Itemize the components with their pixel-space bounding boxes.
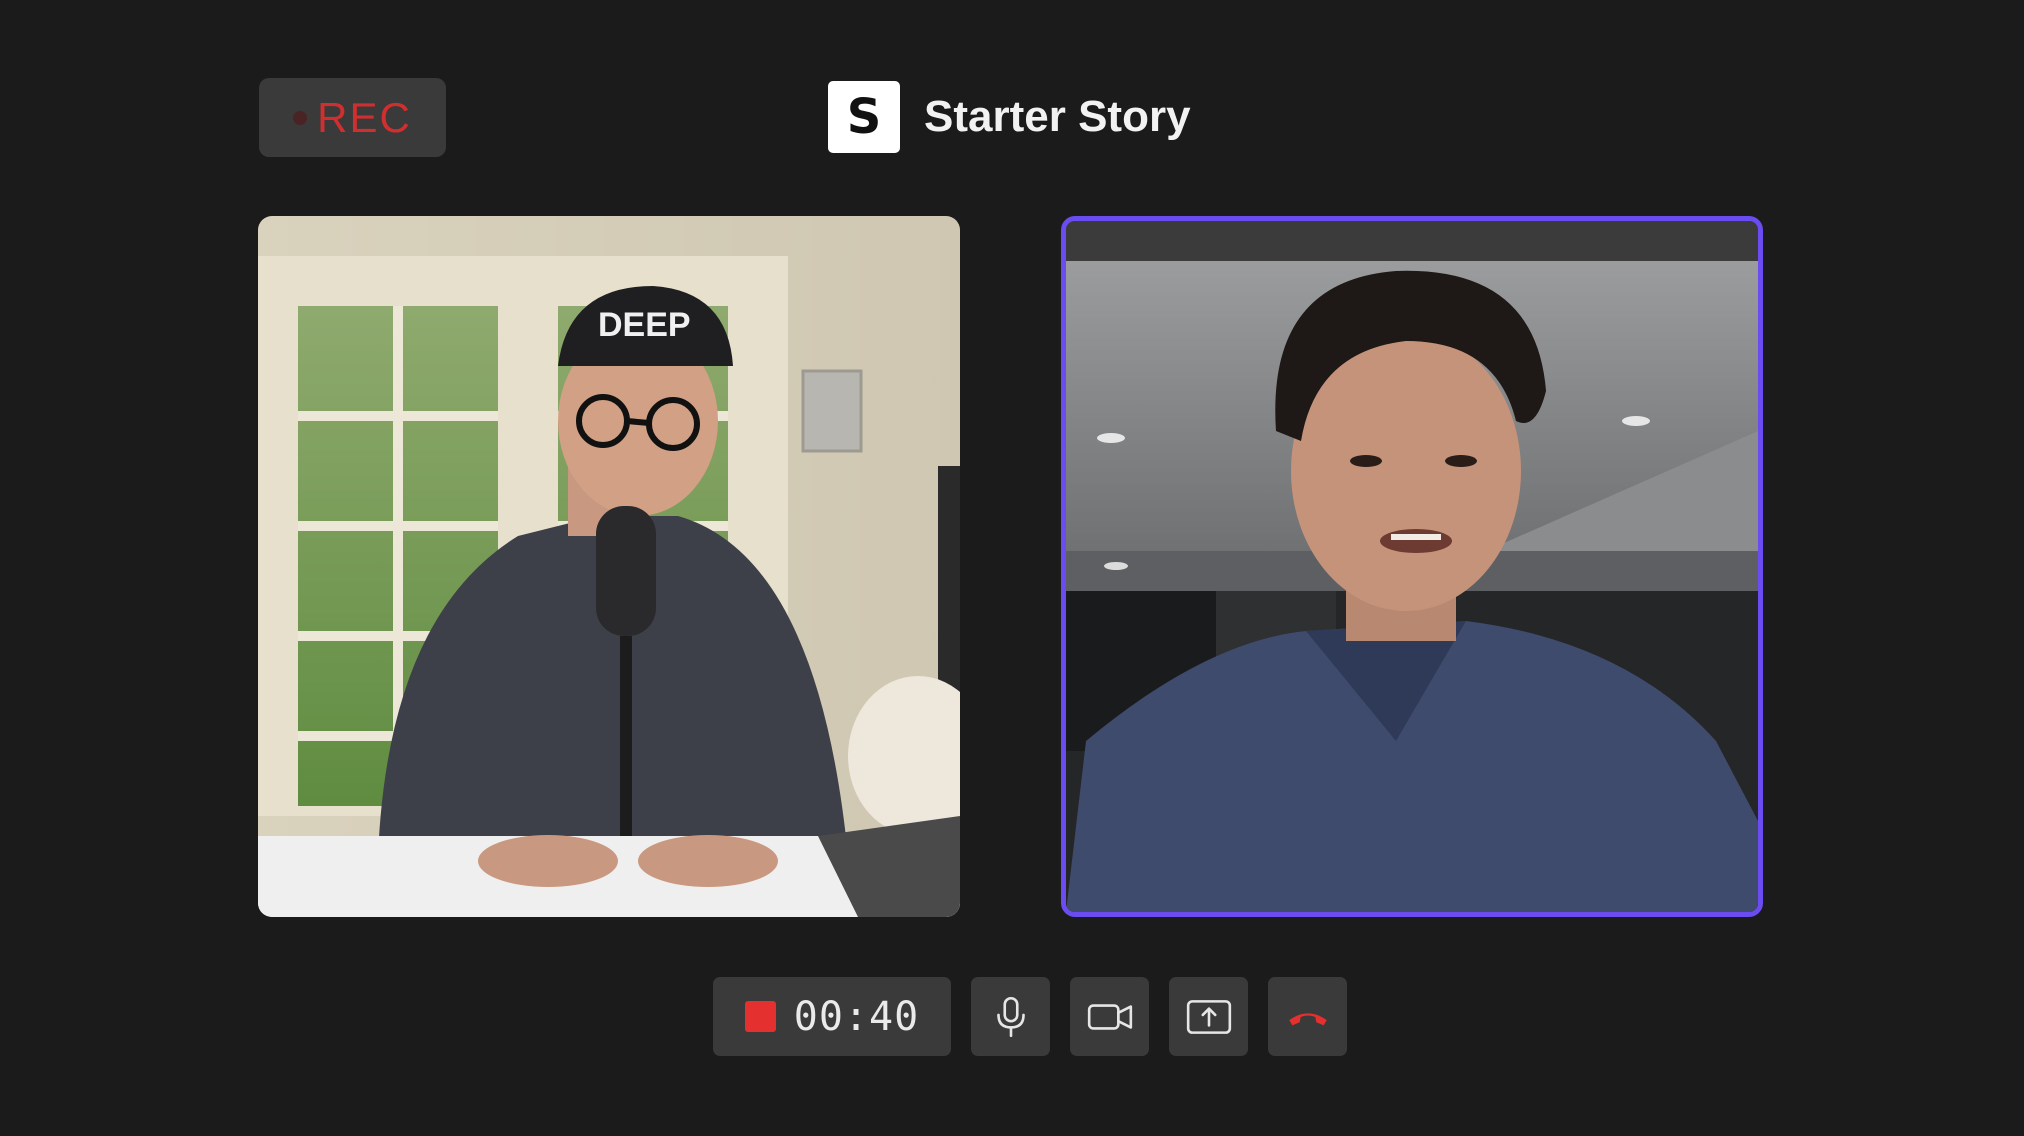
brand-name: Starter Story [924,92,1191,141]
host-video-feed: DEEP [258,216,960,917]
share-screen-icon [1186,999,1231,1034]
brand: S Starter Story [828,81,1191,153]
camera-icon [1087,1003,1132,1030]
call-window: REC S Starter Story DEEP 00:40 [0,0,2024,1136]
record-dot-icon [293,110,308,125]
camera-button[interactable] [1070,977,1149,1056]
recording-indicator[interactable]: REC [259,78,446,157]
recording-timer-button[interactable]: 00:40 [713,977,951,1056]
call-controls: 00:40 [713,977,1347,1056]
share-screen-button[interactable] [1169,977,1248,1056]
svg-text:DEEP: DEEP [598,306,691,344]
microphone-icon [996,996,1025,1037]
guest-video-feed [1066,221,1758,912]
video-tile-host[interactable]: DEEP [258,216,960,917]
brand-logo: S [828,81,900,153]
recording-timer: 00:40 [793,993,920,1040]
video-tile-guest[interactable] [1061,216,1763,917]
recording-label: REC [317,93,412,141]
end-call-icon [1288,1012,1327,1025]
end-call-button[interactable] [1268,977,1347,1056]
mute-button[interactable] [971,977,1050,1056]
stop-recording-icon [744,1001,776,1032]
